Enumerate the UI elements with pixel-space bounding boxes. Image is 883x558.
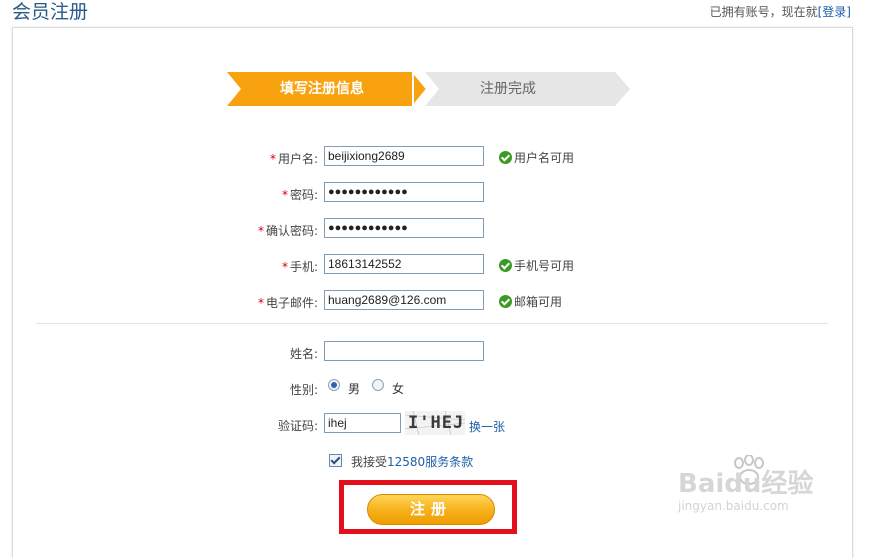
confirm-password-label: * 确认密码: — [257, 224, 318, 238]
check-icon — [499, 151, 512, 164]
email-status: 邮箱可用 — [499, 293, 562, 310]
agree-checkbox[interactable] — [329, 454, 342, 467]
step-fill-info: 填写注册信息 — [227, 72, 427, 106]
password-input[interactable]: ●●●●●●●●●●●● — [324, 182, 484, 202]
confirm-password-input[interactable]: ●●●●●●●●●●●● — [324, 218, 484, 238]
register-button[interactable]: 注册 — [367, 494, 495, 525]
required-mark: * — [269, 152, 276, 166]
agree-text: 我接受12580服务条款 — [351, 455, 474, 469]
page-title: 会员注册 — [12, 1, 89, 23]
required-mark: * — [281, 188, 288, 202]
captcha-image[interactable]: I'HEJ — [405, 411, 465, 435]
gender-male-radio[interactable] — [328, 379, 340, 391]
baidu-jingyan-watermark: Baidu经验 jingyan.baidu.com — [676, 455, 846, 525]
username-input[interactable]: beijixiong2689 — [324, 146, 484, 166]
captcha-label: 验证码: — [277, 419, 318, 433]
login-hint-text: 已拥有账号，现在就 — [709, 5, 818, 19]
watermark-url: jingyan.baidu.com — [678, 499, 789, 513]
captcha-input[interactable]: ihej — [324, 413, 401, 433]
check-icon — [499, 295, 512, 308]
required-mark: * — [281, 260, 288, 274]
gender-female-label: 女 — [392, 382, 405, 396]
step-complete: 注册完成 — [425, 72, 630, 106]
required-mark: * — [257, 224, 264, 238]
phone-input[interactable]: 18613142552 — [324, 254, 484, 274]
watermark-brand: Baidu经验 — [678, 469, 814, 499]
change-captcha-link[interactable]: 换一张 — [469, 418, 505, 435]
gender-male-label: 男 — [348, 382, 361, 396]
name-label: 姓名: — [289, 347, 318, 361]
gender-female-radio[interactable] — [372, 379, 384, 391]
login-hint: 已拥有账号，现在就[登录] — [710, 3, 851, 20]
username-status: 用户名可用 — [499, 149, 574, 166]
name-input[interactable] — [324, 341, 484, 361]
check-icon — [499, 259, 512, 272]
username-label: * 用户名: — [269, 152, 318, 166]
divider — [36, 323, 828, 324]
login-link[interactable]: [登录] — [818, 5, 851, 19]
step-fill-info-label: 填写注册信息 — [280, 81, 364, 97]
gender-label: 性别: — [289, 383, 318, 397]
terms-link[interactable]: 12580服务条款 — [387, 455, 473, 469]
email-label: * 电子邮件: — [257, 296, 318, 310]
email-input[interactable]: huang2689@126.com — [324, 290, 484, 310]
required-mark: * — [257, 296, 264, 310]
captcha-image-text: I'HEJ — [408, 413, 465, 433]
step-complete-label: 注册完成 — [480, 81, 536, 97]
phone-label: * 手机: — [281, 260, 318, 274]
phone-status: 手机号可用 — [499, 257, 574, 274]
password-label: * 密码: — [281, 188, 318, 202]
